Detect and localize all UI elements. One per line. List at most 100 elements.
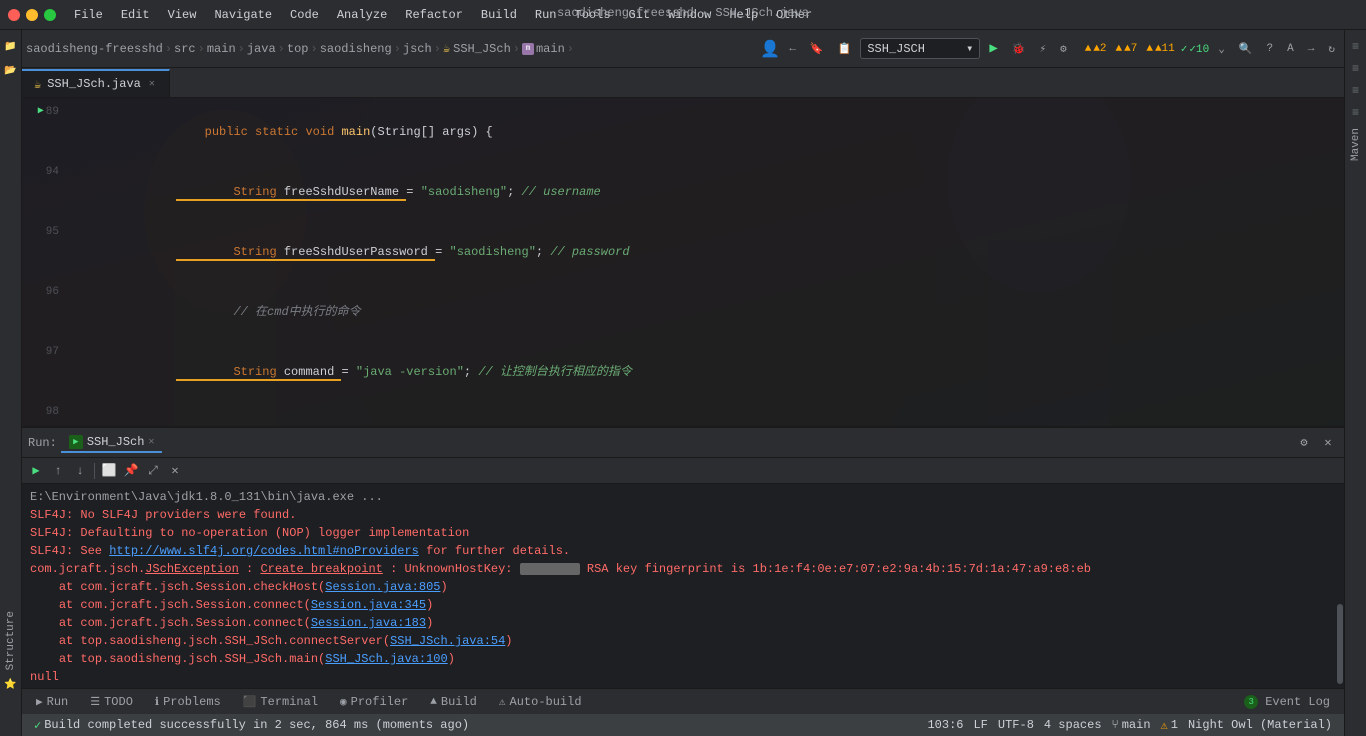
right-tool-4[interactable]: ≡ [1347,104,1365,122]
bottom-tab-auto-build[interactable]: ⚠ Auto-build [489,691,592,713]
rerun-button[interactable]: ▶ [26,461,46,481]
bottom-tab-todo[interactable]: ☰ TODO [80,691,143,713]
editor-tab-ssh-jsch[interactable]: ☕ SSH_JSch.java ✕ [22,69,170,97]
breadcrumb-project[interactable]: saodisheng-freesshd [26,42,163,56]
bottom-tabs: ▶ Run ☰ TODO ℹ Problems ⬛ Terminal ◉ P [22,688,1344,714]
menu-edit[interactable]: Edit [113,6,158,24]
translate-button[interactable]: A [1282,40,1299,58]
lf-indicator[interactable]: LF [969,718,991,732]
menu-code[interactable]: Code [282,6,327,24]
tab-close-button[interactable]: ✕ [147,78,157,90]
pin-button[interactable]: 📌 [121,461,141,481]
maximize-button[interactable]: + [44,9,56,21]
help-button[interactable]: ? [1262,40,1279,58]
git-icon[interactable]: 👤 [760,39,780,59]
breadcrumb-java[interactable]: java [247,42,276,56]
stop-button[interactable]: ⬜ [99,461,119,481]
bottom-tab-terminal[interactable]: ⬛ Terminal [233,691,328,713]
bottom-tab-run[interactable]: ▶ Run [26,691,78,713]
expand-run-button[interactable]: ⤢ [143,461,163,481]
maven-sidebar-label[interactable]: Maven [1348,124,1364,165]
expand-button[interactable]: ⌄ [1213,39,1230,59]
menu-navigate[interactable]: Navigate [206,6,280,24]
ssh-jsch-link-2[interactable]: SSH_JSch.java:100 [325,652,447,666]
run-panel-toolbar: ▶ ↑ ↓ ⬜ 📌 ⤢ ✕ [22,458,1344,484]
output-line-10: at top.saodisheng.jsch.SSH_JSch.main(SSH… [30,650,1336,668]
run-config-selector[interactable]: SSH_JSCH ▾ [860,38,980,59]
breadcrumb-main-method[interactable]: main [536,42,565,56]
menu-refactor[interactable]: Refactor [397,6,471,24]
checkmark-icon: ✓ [34,718,41,733]
right-tool-1[interactable]: ≡ [1347,38,1365,56]
build-status[interactable]: ✓ Build completed successfully in 2 sec,… [30,718,473,733]
run-panel-settings[interactable]: ⚙ [1294,433,1314,453]
session-link-2[interactable]: Session.java:345 [311,598,426,612]
run-panel-close[interactable]: ✕ [1318,433,1338,453]
toolbar: saodisheng-freesshd › src › main › java … [22,30,1344,68]
breadcrumb: saodisheng-freesshd › src › main › java … [26,41,758,56]
git-branch[interactable]: ⑂ main [1108,718,1155,732]
separator [94,463,95,479]
utf-indicator[interactable]: UTF-8 [994,718,1038,732]
editor-panel[interactable]: ▶ 89 public static void main(String[] ar… [22,98,1344,426]
back-button[interactable]: ← [784,40,801,58]
session-link-1[interactable]: Session.java:805 [325,580,440,594]
todo-icon: ☰ [90,695,100,709]
session-link-3[interactable]: Session.java:183 [311,616,426,630]
run-label: Run: [28,436,57,450]
folder-icon[interactable]: 📂 [2,62,20,80]
scroll-down-button[interactable]: ↓ [70,461,90,481]
menu-analyze[interactable]: Analyze [329,6,395,24]
indent-indicator[interactable]: 4 spaces [1040,718,1106,732]
run-panel-tab[interactable]: ▶ SSH_JSch ✕ [61,433,163,453]
bottom-tab-event-log[interactable]: 3 Event Log [1234,691,1340,713]
cursor-position[interactable]: 103:6 [923,718,967,732]
status-left: ✓ Build completed successfully in 2 sec,… [30,718,919,733]
breadcrumb-saodisheng[interactable]: saodisheng [320,42,392,56]
event-log-label: Event Log [1265,695,1330,709]
search-button[interactable]: 🔍 [1234,39,1258,59]
breadcrumb-src[interactable]: src [174,42,196,56]
menu-file[interactable]: File [66,6,111,24]
breadcrumb-top[interactable]: top [287,42,309,56]
close-run-button[interactable]: ✕ [165,461,185,481]
code-area: ▶ 89 public static void main(String[] ar… [22,98,1344,426]
ssh-jsch-link-1[interactable]: SSH_JSch.java:54 [390,634,505,648]
output-line-8: at com.jcraft.jsch.Session.connect(Sessi… [30,614,1336,632]
run-button[interactable]: ▶ [984,37,1002,60]
copy-button[interactable]: 📋 [833,39,857,59]
window-controls[interactable]: ✕ − + [8,9,56,21]
breadcrumb-jsch[interactable]: jsch [403,42,432,56]
warning-count[interactable]: ⚠ 1 [1157,718,1182,733]
profiler-label: Profiler [351,695,409,709]
menu-build[interactable]: Build [473,6,525,24]
project-icon[interactable]: 📁 [2,38,20,56]
breakpoint-link[interactable]: Create breakpoint [260,562,382,576]
update-button[interactable]: ↻ [1323,39,1340,59]
menu-view[interactable]: View [160,6,205,24]
forward-button[interactable]: → [1303,40,1320,58]
theme-indicator[interactable]: Night Owl (Material) [1184,718,1336,732]
bottom-tab-profiler[interactable]: ◉ Profiler [330,691,418,713]
run-panel-header: Run: ▶ SSH_JSch ✕ ⚙ ✕ [22,428,1344,458]
jschexception-link[interactable]: JSchException [145,562,239,576]
minimize-button[interactable]: − [26,9,38,21]
event-log-badge: 3 [1244,695,1258,709]
debug-button[interactable]: 🐞 [1007,39,1031,59]
run-tab-close[interactable]: ✕ [148,436,154,448]
breadcrumb-ssh-jsch[interactable]: ☕ SSH_JSch [443,41,511,56]
close-button[interactable]: ✕ [8,9,20,21]
right-tool-2[interactable]: ≡ [1347,60,1365,78]
settings-button[interactable]: ⚙ [1055,39,1072,59]
output-line-4: SLF4J: See http://www.slf4j.org/codes.ht… [30,542,1336,560]
structure-sidebar-label[interactable]: Structure [3,607,19,674]
breadcrumb-main[interactable]: main [207,42,236,56]
right-tool-3[interactable]: ≡ [1347,82,1365,100]
bottom-tab-build[interactable]: ▲ Build [420,691,487,713]
bookmark-button[interactable]: 🔖 [805,39,829,59]
slf4j-link[interactable]: http://www.slf4j.org/codes.html#noProvid… [109,544,419,558]
favorites-icon[interactable]: ⭐ [2,676,20,694]
scroll-up-button[interactable]: ↑ [48,461,68,481]
bottom-tab-problems[interactable]: ℹ Problems [145,691,231,713]
coverage-button[interactable]: ⚡ [1034,39,1051,59]
